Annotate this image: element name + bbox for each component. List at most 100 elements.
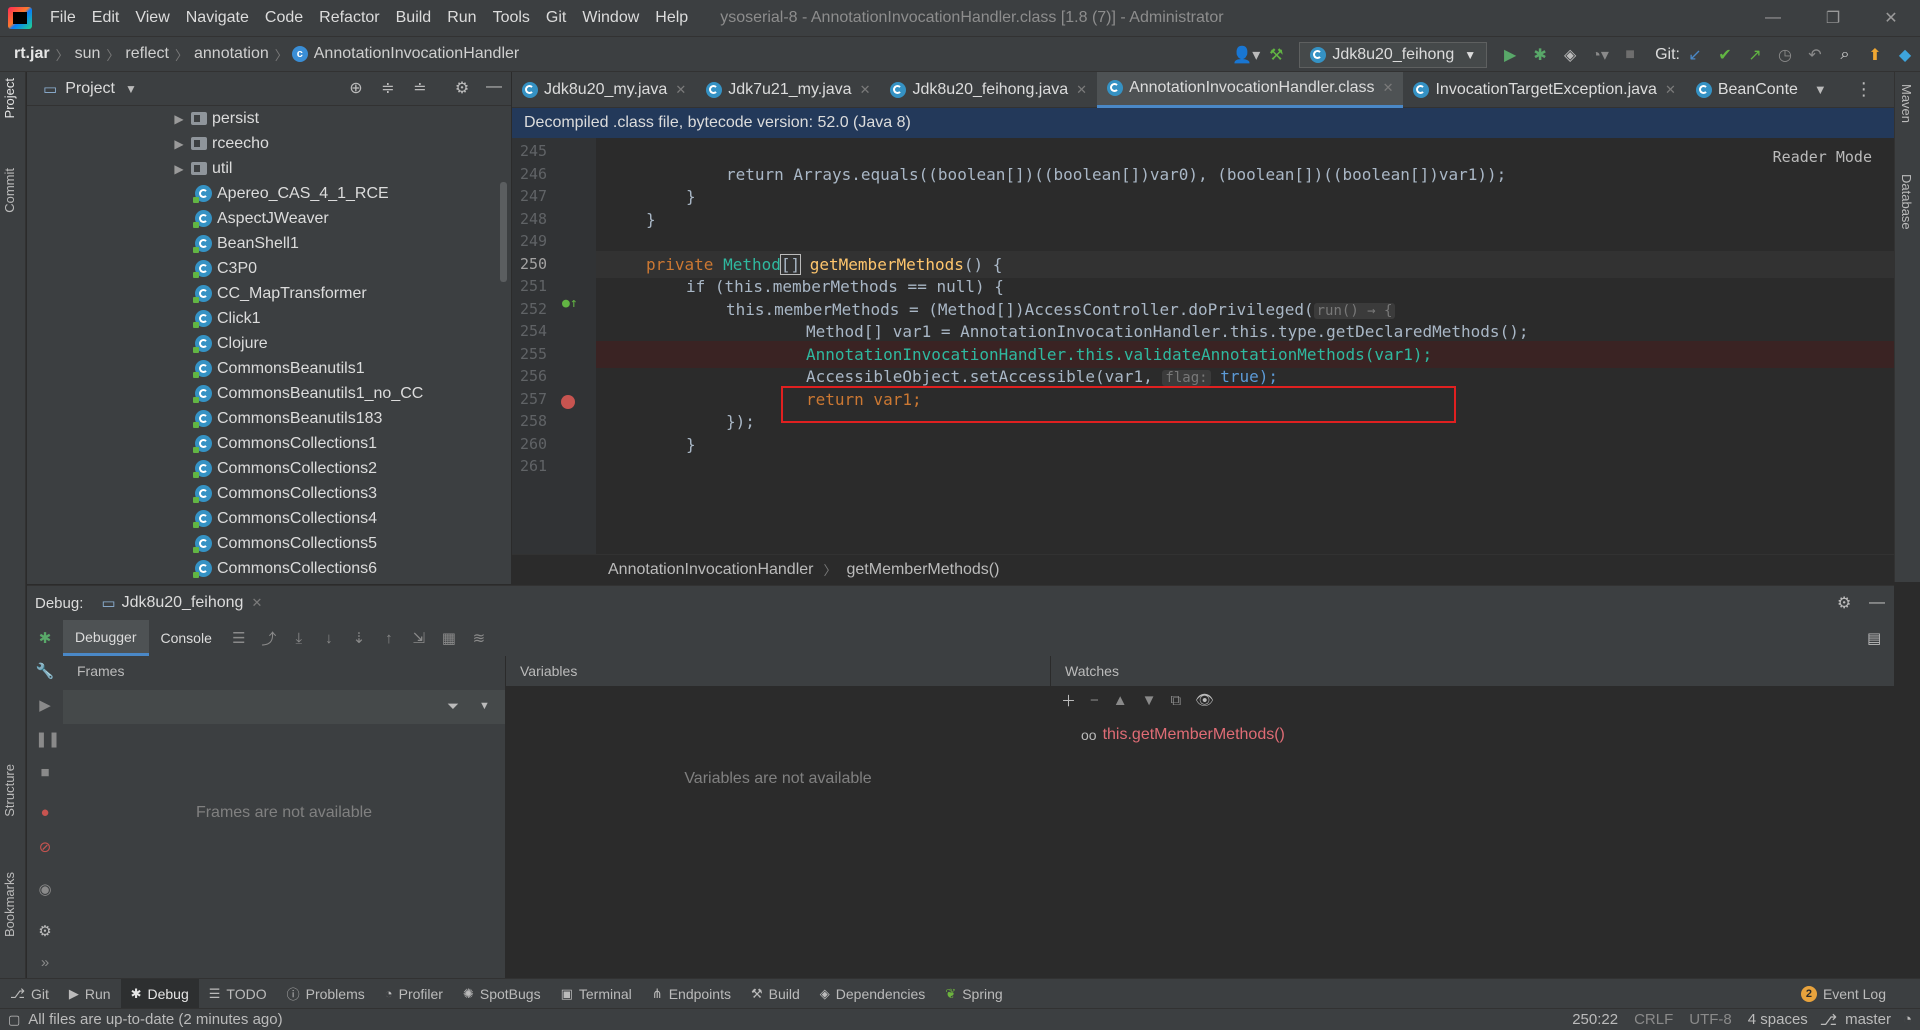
move-down-icon[interactable]: ▼ xyxy=(1142,692,1157,709)
tree-folder[interactable]: ▶ rceecho xyxy=(27,131,511,156)
breadcrumb-class[interactable]: AnnotationInvocationHandler xyxy=(608,561,813,579)
force-step-into-icon[interactable]: ⇣ xyxy=(344,623,374,653)
tree-class[interactable]: CommonsBeanutils1_no_CC xyxy=(27,381,511,406)
expand-all-icon[interactable]: ≑ xyxy=(377,78,399,100)
copy-icon[interactable]: ⧉ xyxy=(1171,692,1182,709)
tool-git[interactable]: ⎇ Git xyxy=(0,979,59,1009)
stop-icon[interactable]: ■ xyxy=(1615,40,1645,70)
layout-icon[interactable]: ▤ xyxy=(1867,629,1881,647)
tool-problems[interactable]: ⓘ Problems xyxy=(277,979,375,1009)
tree-class[interactable]: Apereo_CAS_4_1_RCE xyxy=(27,181,511,206)
git-push-icon[interactable]: ↗ xyxy=(1740,40,1770,70)
tree-class[interactable]: C3P0 xyxy=(27,256,511,281)
tree-class[interactable]: Clojure xyxy=(27,331,511,356)
frames-thread-select[interactable]: ⏷ ▼ xyxy=(63,690,505,724)
memory-indicator-icon[interactable]: ◔ xyxy=(1903,1011,1912,1028)
git-update-icon[interactable]: ↙ xyxy=(1680,40,1710,70)
tree-class[interactable]: CommonsCollections6 xyxy=(27,556,511,581)
more-icon[interactable]: » xyxy=(35,954,55,974)
gear-icon[interactable]: ⚙ xyxy=(1837,593,1851,613)
tab-debugger[interactable]: Debugger xyxy=(63,620,149,656)
locate-icon[interactable]: ⊕ xyxy=(345,78,367,100)
step-into-icon[interactable]: ↓ xyxy=(314,623,344,653)
menu-git[interactable]: Git xyxy=(538,9,574,27)
close-icon[interactable]: ✕ xyxy=(251,595,262,611)
breadcrumb-class[interactable]: AnnotationInvocationHandler xyxy=(308,45,525,63)
editor-tab[interactable]: Jdk8u20_feihong.java ✕ xyxy=(880,72,1097,108)
run-to-cursor-icon[interactable]: ⇲ xyxy=(404,623,434,653)
rerun-debug-icon[interactable]: ✱ xyxy=(27,623,63,653)
tree-class[interactable]: CommonsCollections3 xyxy=(27,481,511,506)
status-panel-icon[interactable]: ▢ xyxy=(8,1012,20,1028)
stop-icon[interactable]: ■ xyxy=(35,764,55,784)
tree-folder[interactable]: ▶ persist xyxy=(27,106,511,131)
evaluate-expression-icon[interactable]: ▦ xyxy=(434,623,464,653)
menu-lines-icon[interactable]: ☰ xyxy=(224,623,254,653)
commit-tool-tab[interactable]: Commit xyxy=(2,168,17,213)
hide-panel-icon[interactable]: — xyxy=(1869,594,1885,612)
editor-tab-active[interactable]: AnnotationInvocationHandler.class ✕ xyxy=(1097,71,1404,108)
breadcrumb-method[interactable]: getMemberMethods() xyxy=(847,561,1000,579)
restore-icon[interactable]: ❐ xyxy=(1810,0,1856,36)
breadcrumb-jar[interactable]: rt.jar xyxy=(0,45,56,63)
editor-gutter[interactable]: 245 246 247 248 249 250 251 252 254 255 … xyxy=(512,138,596,554)
tool-debug[interactable]: ✱ Debug xyxy=(120,978,199,1009)
pause-icon[interactable]: ❚❚ xyxy=(35,730,60,750)
view-breakpoints-icon[interactable]: ● xyxy=(35,804,55,824)
tree-class[interactable]: CC_MapTransformer xyxy=(27,281,511,306)
caret-position[interactable]: 250:22 xyxy=(1564,1011,1626,1028)
tool-terminal[interactable]: ▣ Terminal xyxy=(551,979,642,1009)
database-tool-tab[interactable]: Database xyxy=(1899,174,1914,230)
menu-run[interactable]: Run xyxy=(439,9,484,27)
git-branch[interactable]: master xyxy=(1837,1011,1899,1028)
breadcrumb-annotation[interactable]: annotation xyxy=(188,45,275,63)
trace-icon[interactable]: ≋ xyxy=(464,623,494,653)
close-icon[interactable]: ✕ xyxy=(675,82,686,98)
show-execution-point-icon[interactable]: ⤴ xyxy=(254,623,284,653)
tab-console[interactable]: Console xyxy=(149,620,224,656)
menu-refactor[interactable]: Refactor xyxy=(311,9,387,27)
editor-tab[interactable]: InvocationTargetException.java ✕ xyxy=(1403,72,1685,108)
more-icon[interactable]: ⋮ xyxy=(1855,79,1873,100)
add-watch-icon[interactable]: ＋ xyxy=(1061,690,1076,711)
chevron-right-icon[interactable]: ▶ xyxy=(171,137,187,151)
settings-icon[interactable]: ⚙ xyxy=(35,922,55,942)
profile-icon[interactable]: ◔▾ xyxy=(1585,40,1615,70)
eye-icon[interactable]: 👁 xyxy=(1195,691,1214,709)
indent-setting[interactable]: 4 spaces xyxy=(1740,1011,1816,1028)
tool-endpoints[interactable]: ⋔ Endpoints xyxy=(642,979,741,1009)
menu-window[interactable]: Window xyxy=(574,9,647,27)
build-hammer-icon[interactable]: ⚒ xyxy=(1261,40,1291,70)
tree-class[interactable]: CommonsCollections1 xyxy=(27,431,511,456)
tool-todo[interactable]: ☰ TODO xyxy=(199,979,277,1009)
project-tool-tab[interactable]: Project xyxy=(2,78,17,118)
editor-tab[interactable]: BeanConte xyxy=(1686,72,1808,108)
move-up-icon[interactable]: ▲ xyxy=(1113,692,1128,709)
menu-build[interactable]: Build xyxy=(388,9,440,27)
chevron-right-icon[interactable]: ▶ xyxy=(171,162,187,176)
step-out-icon[interactable]: ↑ xyxy=(374,623,404,653)
tool-spring[interactable]: ❦ Spring xyxy=(935,979,1012,1009)
tree-class[interactable]: CommonsCollections2 xyxy=(27,456,511,481)
chevron-right-icon[interactable]: ▶ xyxy=(171,112,187,126)
remove-watch-icon[interactable]: − xyxy=(1090,692,1099,709)
run-configuration-select[interactable]: Jdk8u20_feihong ▼ xyxy=(1299,42,1488,68)
minimize-icon[interactable]: — xyxy=(1750,0,1796,36)
tree-class[interactable]: Click1 xyxy=(27,306,511,331)
project-panel-title[interactable]: Project xyxy=(65,80,115,98)
close-icon[interactable]: ✕ xyxy=(1665,82,1676,98)
tool-event-log[interactable]: 2 Event Log xyxy=(1791,979,1896,1009)
rollback-icon[interactable]: ↶ xyxy=(1800,40,1830,70)
wrench-icon[interactable]: 🔧 xyxy=(35,662,55,682)
close-icon[interactable]: ✕ xyxy=(1383,80,1394,96)
tool-profiler[interactable]: ◔ Profiler xyxy=(375,979,453,1009)
filter-icon[interactable]: ⏷ xyxy=(447,698,459,715)
menu-edit[interactable]: Edit xyxy=(84,9,128,27)
file-encoding[interactable]: UTF-8 xyxy=(1681,1011,1740,1028)
tree-folder[interactable]: ▶ util xyxy=(27,156,511,181)
menu-tools[interactable]: Tools xyxy=(485,9,538,27)
bookmarks-tool-tab[interactable]: Bookmarks xyxy=(2,872,17,937)
run-icon[interactable]: ▶ xyxy=(1495,40,1525,70)
breakpoint-icon[interactable] xyxy=(561,395,575,409)
structure-tool-tab[interactable]: Structure xyxy=(2,764,17,817)
